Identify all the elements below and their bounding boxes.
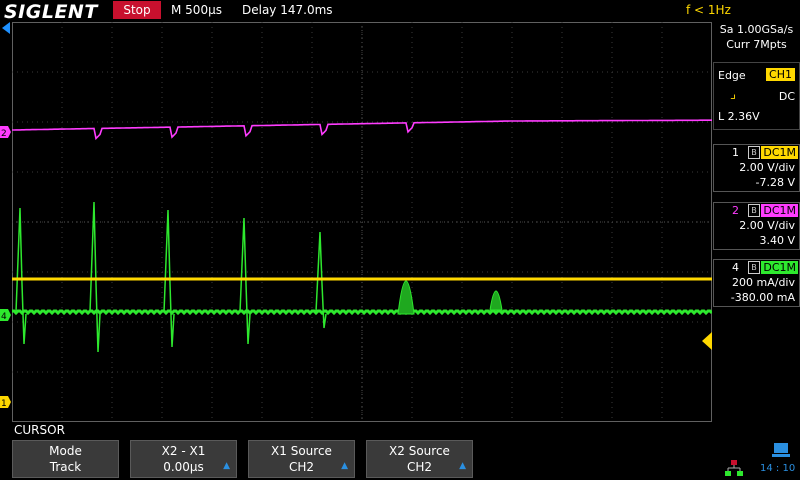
channel-scale: 2.00 V/div (739, 219, 795, 232)
delay-readout[interactable]: Delay 147.0ms (242, 3, 333, 17)
bandwidth-limit-icon: B (748, 261, 760, 274)
channel-coupling: DC1M (761, 204, 798, 217)
brand-logo: SIGLENT (4, 1, 98, 23)
ch2-trace (12, 119, 712, 141)
channel-1-panel[interactable]: 1 B DC1M 2.00 V/div -7.28 V (713, 144, 800, 192)
top-status-bar: SIGLENT Stop M 500µs Delay 147.0ms f < 1… (0, 0, 800, 23)
channel-offset: 3.40 V (759, 234, 795, 247)
softkey-label: X2 - X1 (161, 444, 206, 458)
adjust-knob-icon: ▲ (459, 461, 466, 471)
channel-coupling: DC1M (761, 261, 798, 274)
system-status-area (725, 443, 790, 476)
rising-edge-icon: ⌟ (730, 87, 737, 102)
softkey-label: X2 Source (389, 444, 450, 458)
channel-number: 1 (732, 146, 739, 159)
channel-scale: 200 mA/div (732, 276, 795, 289)
adjust-knob-icon: ▲ (223, 461, 230, 471)
softkey-value: Track (49, 460, 82, 474)
softkey-value: CH2 (288, 460, 315, 474)
ch2-marker-label: 2 (1, 129, 7, 139)
trigger-panel[interactable]: Edge CH1 ⌟ DC L 2.36V (713, 62, 800, 130)
channel-number: 2 (732, 204, 739, 217)
trigger-position-marker (2, 22, 10, 34)
run-stop-indicator[interactable]: Stop (113, 1, 161, 19)
ch4-marker-label: 4 (1, 312, 7, 322)
menu-title: CURSOR (14, 423, 65, 437)
trigger-source: CH1 (766, 68, 795, 81)
softkey-x2-x1[interactable]: X2 - X1 0.00µs ▲ (130, 440, 237, 478)
trigger-frequency-readout: f < 1Hz (686, 3, 731, 17)
channel-2-panel[interactable]: 2 B DC1M 2.00 V/div 3.40 V (713, 202, 800, 250)
channel-marker-strip: 2 4 1 (0, 22, 11, 409)
acquisition-info: Sa 1.00GSa/s Curr 7Mpts (713, 22, 800, 58)
softkey-value: 0.00µs (163, 460, 204, 474)
display-icon (772, 443, 790, 457)
adjust-knob-icon: ▲ (341, 461, 348, 471)
softkey-mode[interactable]: Mode Track (12, 440, 119, 478)
graticule-grid (12, 22, 712, 422)
timebase-readout[interactable]: M 500µs (171, 3, 222, 17)
trigger-level-marker[interactable] (702, 332, 714, 352)
softkey-label: Mode (49, 444, 82, 458)
ch1-marker-label: 1 (1, 399, 7, 409)
softkey-label: X1 Source (271, 444, 332, 458)
softkey-x2-source[interactable]: X2 Source CH2 ▲ (366, 440, 473, 478)
channel-number: 4 (732, 261, 739, 274)
network-icon (725, 460, 743, 476)
memory-depth: Curr 7Mpts (726, 38, 787, 51)
softkey-x1-source[interactable]: X1 Source CH2 ▲ (248, 440, 355, 478)
bandwidth-limit-icon: B (748, 204, 760, 217)
channel-offset: -380.00 mA (730, 291, 795, 304)
bandwidth-limit-icon: B (748, 146, 760, 159)
sample-rate: Sa 1.00GSa/s (719, 23, 794, 36)
channel-coupling: DC1M (761, 146, 798, 159)
softkey-value: CH2 (406, 460, 433, 474)
system-clock: 14 : 10 (760, 463, 796, 474)
channel-offset: -7.28 V (755, 176, 795, 189)
trigger-level: L 2.36V (718, 110, 760, 123)
waveform-display[interactable] (12, 22, 712, 422)
trigger-type: Edge (718, 69, 746, 82)
trigger-coupling: DC (778, 90, 795, 103)
channel-scale: 2.00 V/div (739, 161, 795, 174)
channel-4-panel[interactable]: 4 B DC1M 200 mA/div -380.00 mA (713, 259, 800, 307)
